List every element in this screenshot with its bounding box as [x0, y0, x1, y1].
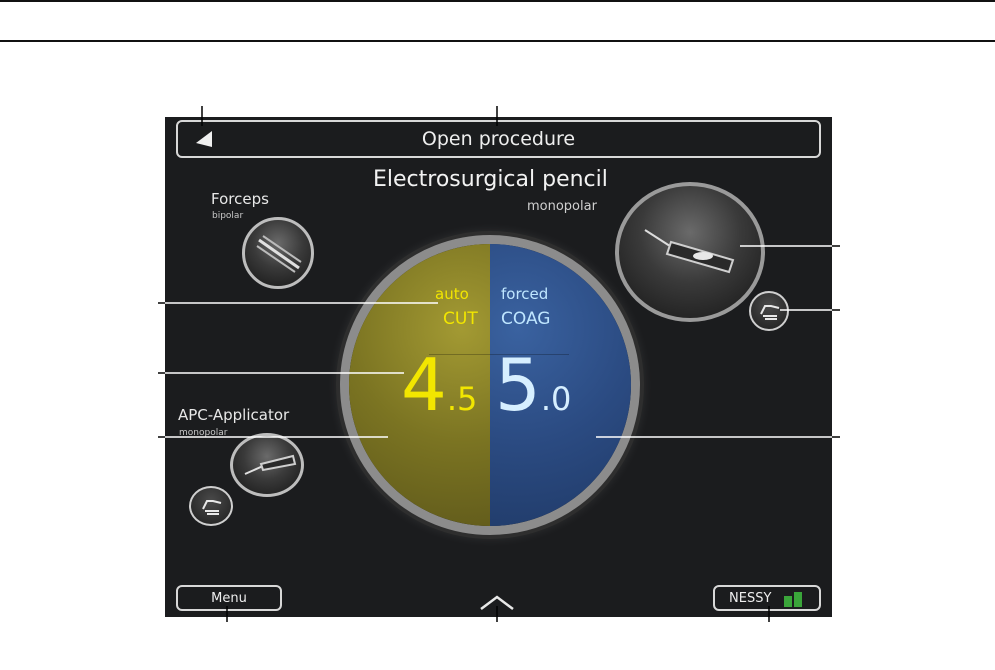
apc-label: APC-Applicator [178, 406, 290, 424]
pencil-icon [643, 224, 743, 274]
coag-mode-label: forced [501, 285, 549, 303]
forceps-mode: bipolar [212, 211, 244, 221]
forceps-instrument-button[interactable] [242, 217, 314, 289]
pencil-hand-button[interactable] [749, 291, 789, 331]
cut-label: CUT [443, 309, 478, 329]
instrument-mode: monopolar [527, 199, 597, 214]
nessy-status-icon [783, 591, 805, 607]
menu-label: Menu [211, 590, 247, 606]
header-rule [0, 40, 995, 42]
procedure-header-button[interactable]: Open procedure [176, 120, 821, 158]
forceps-icon [255, 234, 305, 274]
procedure-title: Open procedure [421, 128, 576, 150]
nessy-label: NESSY [729, 590, 772, 606]
cut-value-int: 4 [401, 343, 447, 427]
device-screen: Open procedure Electrosurgical pencil mo… [165, 117, 832, 617]
hand-icon [201, 497, 223, 517]
power-dial [340, 235, 640, 535]
cut-value[interactable]: 4.5 [401, 349, 477, 421]
apc-hand-button[interactable] [189, 486, 233, 526]
instrument-title: Electrosurgical pencil [373, 167, 608, 192]
coag-value-int: 5 [495, 343, 541, 427]
apc-applicator-icon [243, 454, 297, 480]
cut-mode-label: auto [435, 285, 469, 303]
chevron-up-icon[interactable] [479, 593, 515, 611]
top-rule [0, 0, 995, 2]
coag-label: COAG [501, 309, 551, 329]
menu-button[interactable]: Menu [176, 585, 282, 611]
apc-mode: monopolar [179, 428, 228, 438]
back-arrow-icon[interactable] [195, 130, 213, 148]
apc-instrument-button[interactable] [230, 433, 304, 497]
nessy-button[interactable]: NESSY [713, 585, 821, 611]
cut-value-dec: .5 [446, 380, 478, 418]
coag-value[interactable]: 5.0 [495, 349, 571, 421]
pencil-instrument-button[interactable] [615, 182, 765, 322]
forceps-label: Forceps [211, 190, 269, 208]
coag-value-dec: .0 [540, 380, 572, 418]
hand-icon [759, 302, 781, 322]
